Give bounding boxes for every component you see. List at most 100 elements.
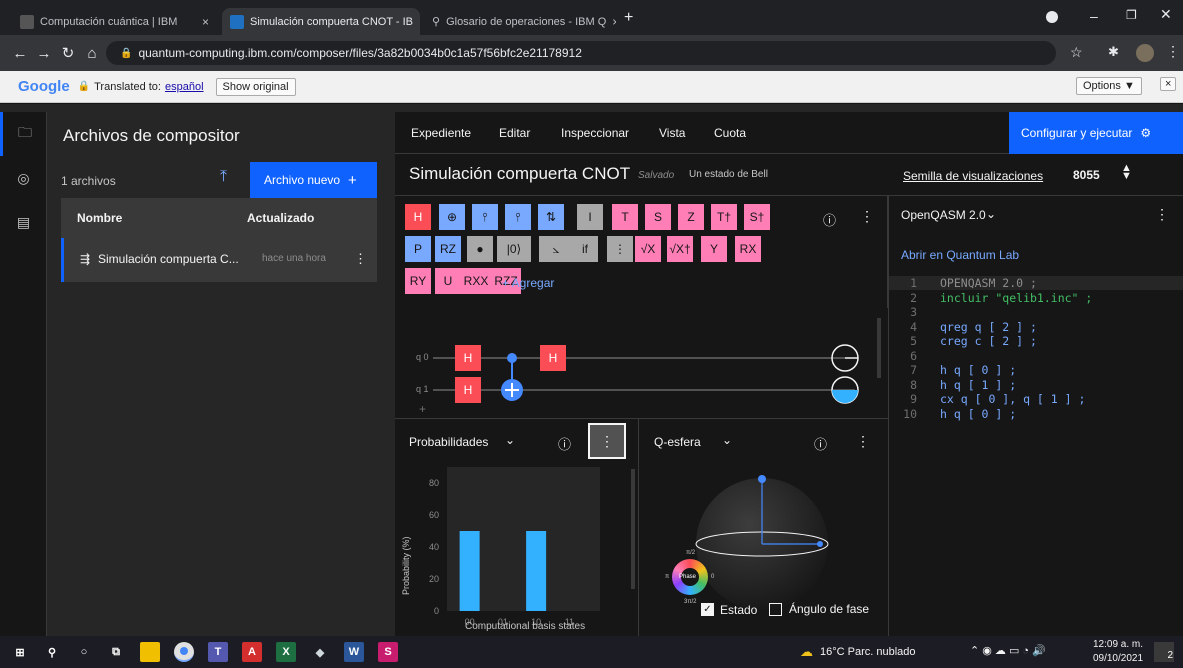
code-line[interactable]: 4 qreg q [ 2 ] ; (889, 320, 1183, 334)
extensions-icon[interactable]: ✱ (1108, 44, 1119, 60)
avatar[interactable] (1136, 44, 1154, 62)
chrome-icon[interactable] (174, 642, 194, 662)
circuit-canvas[interactable]: q 0 q 1 H H H + (395, 308, 888, 418)
task-view-icon[interactable]: ⧉ (106, 642, 126, 662)
translate-options-button[interactable]: Options ▼ (1076, 77, 1142, 95)
restore-icon[interactable]: ❐ (1126, 8, 1137, 22)
palette-gate-1-3[interactable]: ⫯ (505, 204, 531, 230)
acrobat-icon[interactable]: A (242, 642, 262, 662)
bookmark-star-icon[interactable]: ☆ (1070, 44, 1083, 61)
tab-computacion-cuantica[interactable]: Computación cuántica | IBM × (12, 8, 217, 35)
windows-start-icon[interactable]: ⊞ (10, 642, 30, 662)
palette-gate-2-8[interactable]: √X† (667, 236, 693, 262)
file-explorer-icon[interactable] (140, 642, 160, 662)
palette-gate-2-0[interactable]: P (405, 236, 431, 262)
code-line[interactable]: 6 (889, 349, 1183, 363)
code-line[interactable]: 7 h q [ 0 ] ; (889, 363, 1183, 377)
circuit-tag[interactable]: Un estado de Bell (689, 169, 768, 180)
sphere-icon[interactable]: ◎ (0, 156, 47, 200)
open-quantum-lab-link[interactable]: Abrir en Quantum Lab (901, 248, 1019, 262)
code-line[interactable]: 9 cx q [ 0 ], q [ 1 ] ; (889, 392, 1183, 406)
tab-close-icon[interactable]: × (419, 15, 420, 29)
translate-close-button[interactable]: × (1160, 77, 1177, 91)
palette-gate-2-4[interactable]: ⦣ (539, 236, 573, 262)
palette-gate-1-9[interactable]: T† (711, 204, 737, 230)
clock-time[interactable]: 12:09 a. m. (1090, 639, 1146, 650)
reload-icon[interactable]: ↻ (56, 44, 80, 62)
menu-inspeccionar[interactable]: Inspeccionar (561, 126, 629, 140)
info-icon[interactable]: ⓘ (558, 434, 571, 453)
teams-icon[interactable]: T (208, 642, 228, 662)
new-tab-button[interactable]: + (624, 9, 633, 27)
probabilities-title[interactable]: Probabilidades (409, 435, 488, 449)
sublime-icon[interactable]: S (378, 642, 398, 662)
circuit-title[interactable]: Simulación compuerta CNOT (409, 164, 630, 184)
tab-close-icon[interactable]: × (202, 15, 209, 29)
misc-app-icon[interactable]: ◆ (310, 642, 330, 662)
cortana-icon[interactable]: ○ (74, 642, 94, 662)
palette-gate-2-2[interactable]: ● (467, 236, 493, 262)
chevron-down-icon[interactable]: ⌄ (505, 433, 515, 447)
show-original-button[interactable]: Show original (215, 77, 296, 96)
tab-glosario[interactable]: ⚲ Glosario de operaciones - IBM Q × (424, 8, 616, 35)
palette-gate-2-1[interactable]: RZ (435, 236, 461, 262)
palette-gate-1-10[interactable]: S† (744, 204, 770, 230)
palette-gate-2-7[interactable]: √X (635, 236, 661, 262)
column-updated[interactable]: Actualizado (247, 211, 314, 225)
palette-gate-1-4[interactable]: ⇅ (538, 204, 564, 230)
upload-icon[interactable]: ⤒ (220, 168, 227, 186)
code-line[interactable]: 1 OPENQASM 2.0 ; (889, 276, 1183, 290)
palette-gate-1-6[interactable]: T (612, 204, 638, 230)
folder-icon[interactable]: 🗀 (0, 112, 47, 156)
tab-close-icon[interactable]: × (612, 15, 616, 29)
palette-gate-2-10[interactable]: RX (735, 236, 761, 262)
language-select[interactable]: español (165, 81, 204, 93)
palette-gate-2-6[interactable]: ⋮ (607, 236, 633, 262)
window-close-icon[interactable]: ✕ (1160, 6, 1172, 23)
palette-overflow-icon[interactable]: ⋮ (860, 208, 874, 225)
palette-gate-1-8[interactable]: Z (678, 204, 704, 230)
add-gate-link[interactable]: + Agregar (502, 276, 554, 290)
word-icon[interactable]: W (344, 642, 364, 662)
palette-gate-1-5[interactable]: I (577, 204, 603, 230)
palette-gate-1-7[interactable]: S (645, 204, 671, 230)
seed-stepper-icon[interactable]: ▲ ▼ (1121, 163, 1132, 182)
palette-gate-2-5[interactable]: if (572, 236, 598, 262)
palette-gate-1-0[interactable]: H (405, 204, 431, 230)
menu-cuota[interactable]: Cuota (714, 126, 746, 140)
code-line[interactable]: 10 h q [ 0 ] ; (889, 407, 1183, 421)
profile-dot-icon[interactable] (1046, 11, 1058, 23)
forward-icon[interactable]: → (32, 45, 56, 62)
home-icon[interactable]: ⌂ (80, 45, 104, 62)
circuit-h-gate-q0-2[interactable]: H (540, 345, 566, 371)
code-line[interactable]: 2 incluir "qelib1.inc" ; (889, 291, 1183, 305)
phase-angle-checkbox[interactable] (769, 603, 782, 616)
probabilities-overflow-button[interactable]: ⋮ (588, 423, 626, 459)
qasm-language-select[interactable]: OpenQASM 2.0 (901, 208, 986, 222)
circuit-h-gate-q0[interactable]: H (455, 345, 481, 371)
browser-menu-icon[interactable]: ⋮ (1166, 43, 1180, 60)
menu-editar[interactable]: Editar (499, 126, 530, 140)
minimize-icon[interactable]: – (1090, 8, 1098, 24)
weather-text[interactable]: 16°C Parc. nublado (820, 646, 916, 658)
menu-vista[interactable]: Vista (659, 126, 685, 140)
row-overflow-icon[interactable]: ⋮ (354, 251, 367, 267)
column-name[interactable]: Nombre (77, 211, 122, 225)
notification-icon[interactable]: 2 (1154, 642, 1174, 662)
table-row[interactable]: ⇶ Simulación compuerta C... hace una hor… (61, 238, 377, 282)
back-icon[interactable]: ← (8, 45, 32, 62)
docs-panel-icon[interactable]: ▤ (0, 200, 47, 244)
tab-simulacion-cnot[interactable]: Simulación compuerta CNOT - IB × (222, 8, 420, 35)
palette-gate-3-0[interactable]: RY (405, 268, 431, 294)
add-qubit-button[interactable]: + (419, 402, 426, 416)
qasm-overflow-icon[interactable]: ⋮ (1155, 206, 1169, 223)
circuit-h-gate-q1[interactable]: H (455, 377, 481, 403)
palette-gate-2-3[interactable]: |0⟩ (497, 236, 531, 262)
palette-gate-3-2[interactable]: RXX (461, 268, 491, 294)
info-icon[interactable]: ⓘ (823, 210, 836, 229)
run-button[interactable]: Configurar y ejecutar ⚙ (1009, 112, 1183, 154)
seed-value[interactable]: 8055 (1073, 168, 1100, 182)
palette-gate-3-1[interactable]: U (435, 268, 461, 294)
menu-expediente[interactable]: Expediente (411, 126, 471, 140)
palette-gate-1-1[interactable]: ⊕ (439, 204, 465, 230)
